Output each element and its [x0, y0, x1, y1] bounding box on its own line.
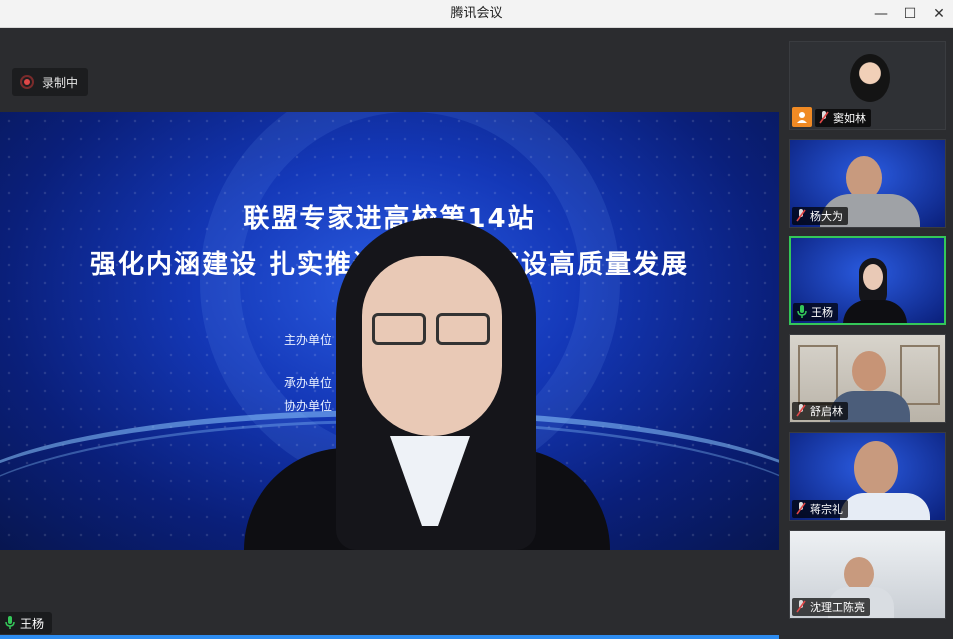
stage-progress-line [0, 635, 779, 639]
shared-screen: 联盟专家进高校第14站 强化内涵建设 扎实推进职业教育建设高质量发展 主办单位 … [0, 112, 779, 550]
mic-on-icon [796, 305, 808, 319]
participant-tile[interactable]: 舒启林 [789, 334, 946, 423]
presenter-video [244, 218, 610, 550]
minimize-button[interactable]: — [866, 0, 896, 28]
participant-face [854, 441, 898, 495]
close-button[interactable]: ✕ [924, 0, 953, 28]
participant-label: 蒋宗礼 [792, 500, 848, 518]
participant-name: 王杨 [811, 306, 833, 319]
glasses-icon [372, 313, 494, 347]
participant-label: 窦如林 [815, 109, 871, 127]
participant-body [840, 493, 930, 520]
participant-face [863, 264, 883, 290]
participant-name: 沈理工陈亮 [810, 601, 865, 614]
participant-tile[interactable]: 沈理工陈亮 [789, 530, 946, 619]
participant-name: 窦如林 [833, 112, 866, 125]
mic-muted-icon [818, 111, 830, 125]
participant-label: 舒启林 [792, 402, 848, 420]
bookshelf [900, 345, 940, 405]
participant-name: 舒启林 [810, 405, 843, 418]
recording-indicator[interactable]: 录制中 [12, 68, 89, 96]
participant-tile-active[interactable]: 王杨 [789, 236, 946, 325]
participant-face [852, 351, 886, 391]
maximize-button[interactable]: ☐ [895, 0, 925, 28]
window-title: 腾讯会议 [450, 6, 503, 21]
participant-tile[interactable]: 窦如林 [789, 41, 946, 130]
participant-tile[interactable]: 杨大为 [789, 139, 946, 228]
record-icon [20, 75, 34, 89]
mic-muted-icon [795, 209, 807, 223]
participant-name: 杨大为 [810, 210, 843, 223]
mic-muted-icon [795, 600, 807, 614]
participant-list[interactable]: 窦如林 杨大为 王杨 舒启林 蒋宗礼 沈理工陈亮 [779, 28, 953, 639]
participant-label: 杨大为 [792, 207, 848, 225]
recording-label: 录制中 [42, 75, 79, 90]
mic-on-icon [4, 616, 16, 630]
bookshelf [798, 345, 838, 405]
mic-muted-icon [795, 502, 807, 516]
mic-muted-icon [795, 404, 807, 418]
avatar [850, 54, 890, 102]
speaker-name: 王杨 [20, 616, 45, 631]
active-speaker-label: 王杨 [0, 612, 53, 634]
participant-tile[interactable]: 蒋宗礼 [789, 432, 946, 521]
main-stage: 录制中 联盟专家进高校第14站 强化内涵建设 扎实推进职业教育建设高质量发展 主… [0, 28, 779, 639]
participant-name: 蒋宗礼 [810, 503, 843, 516]
title-bar: 腾讯会议 — ☐ ✕ [0, 0, 953, 28]
participant-face [844, 557, 874, 591]
user-icon [792, 107, 812, 127]
participant-label: 王杨 [793, 303, 838, 321]
participant-label: 沈理工陈亮 [792, 598, 870, 616]
